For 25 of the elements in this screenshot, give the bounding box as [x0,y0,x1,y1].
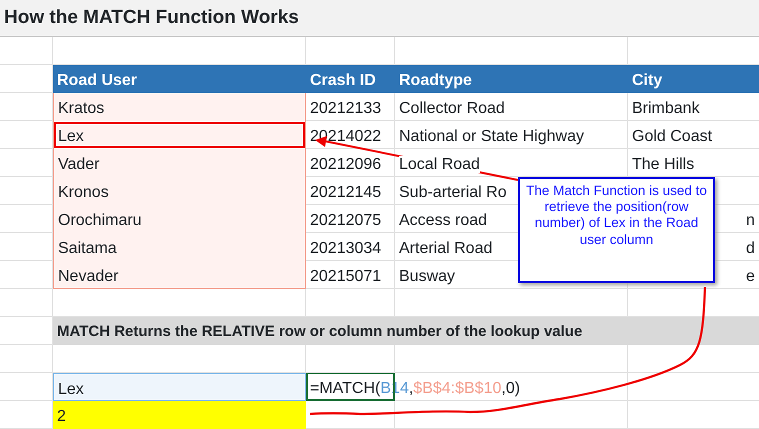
table-cell-text: 20212096 [309,155,382,175]
column-header: Crash ID [306,65,395,93]
table-cell: Orochimaru [53,205,306,233]
table-cell: National or State Highway [399,128,584,145]
table-cell: Vader [53,149,306,177]
callout: The Match Function is used to retrieve the position(row number) of Lex in the Road user column [518,177,715,283]
column-header: City [628,65,759,93]
table-cell: Kronos [53,177,306,205]
table-cell-text: 20212133 [309,99,382,119]
column-header: Roadtype [395,65,628,93]
sheet-title: How the MATCH Function Works [0,0,759,37]
table-cell: Busway [399,268,456,285]
table-cell: 2 [53,401,306,429]
table-cell-text: 20212145 [309,183,382,203]
table-cell-text: 20215071 [309,267,382,287]
table-cell-text: 20212075 [309,211,382,231]
table-cell: Kratos [53,93,306,121]
table-cell-text: 20213034 [309,239,382,259]
table-cell: Local Road [399,156,480,173]
table-cell: Nevader [53,261,306,289]
table-cell: Lex [53,373,306,401]
column-header: Road User [53,65,306,93]
table-cell: Lex [53,121,306,149]
note-text: MATCH Returns the RELATIVE row or column number of the lookup value [53,317,759,345]
table-cell: Saitama [53,233,306,261]
